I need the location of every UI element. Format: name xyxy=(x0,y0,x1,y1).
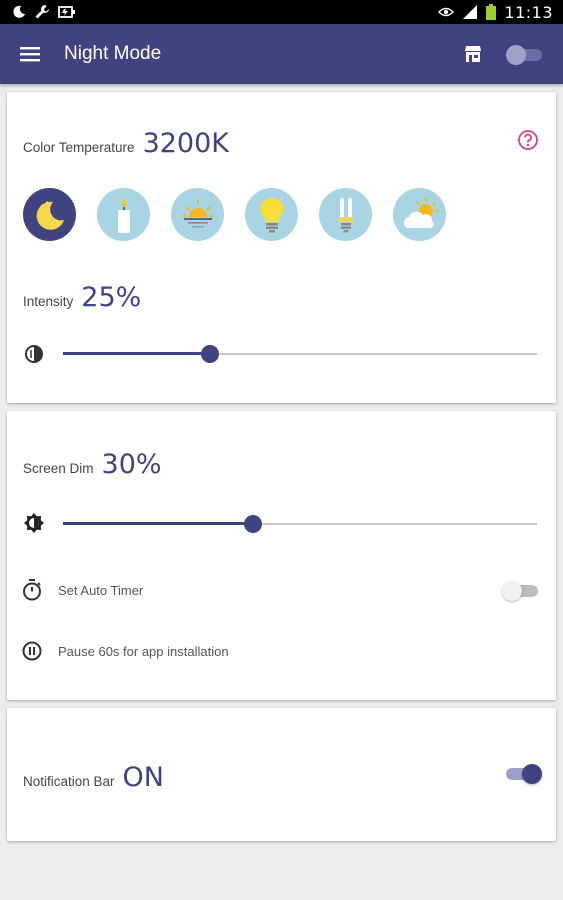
pause-icon xyxy=(21,640,43,662)
shop-icon xyxy=(465,46,481,62)
sun-cloud-icon xyxy=(403,197,439,228)
sunset-icon xyxy=(181,199,214,227)
color-temperature-heading: Color Temperature 3200K xyxy=(23,128,229,159)
status-right: 11:13 xyxy=(438,3,553,22)
intensity-slider-thumb[interactable] xyxy=(200,345,219,363)
screen-dim-card: Screen Dim 30% Set Auto Timer Pause 60s … xyxy=(7,411,556,700)
screen-dim-slider-thumb[interactable] xyxy=(243,515,262,533)
contrast-icon xyxy=(23,343,45,365)
night-mode-toggle[interactable] xyxy=(499,24,551,84)
stopwatch-icon xyxy=(21,579,43,601)
auto-timer-toggle[interactable] xyxy=(502,580,540,601)
candle-icon xyxy=(117,197,130,233)
screen-dim-heading: Screen Dim 30% xyxy=(23,449,162,480)
brightness-icon xyxy=(23,512,45,534)
screen-dim-slider[interactable] xyxy=(63,509,537,539)
color-temperature-label: Color Temperature xyxy=(23,140,135,155)
app-bar: Night Mode xyxy=(0,24,563,84)
notification-bar-toggle[interactable] xyxy=(504,763,542,784)
night-mode-toggle-knob xyxy=(506,45,526,65)
status-bar: 11:13 xyxy=(0,0,563,24)
preset-candle[interactable] xyxy=(97,188,150,241)
signal-icon xyxy=(462,5,478,19)
screen-dim-label: Screen Dim xyxy=(23,461,94,476)
preset-sunset[interactable] xyxy=(171,188,224,241)
notification-bar-label: Notification Bar xyxy=(23,774,115,789)
intensity-heading: Intensity 25% xyxy=(23,282,141,313)
notification-bar-value: ON xyxy=(122,762,164,793)
menu-icon xyxy=(20,47,40,62)
shop-button[interactable] xyxy=(453,24,493,84)
intensity-value: 25% xyxy=(81,282,142,313)
menu-button[interactable] xyxy=(0,24,60,84)
auto-timer-toggle-knob xyxy=(502,581,522,601)
lightbulb-icon xyxy=(259,197,284,232)
intensity-label: Intensity xyxy=(23,294,74,309)
status-left xyxy=(12,4,76,20)
moon-notification-icon xyxy=(12,5,26,19)
fluorescent-bulb-icon xyxy=(338,197,353,232)
screen-dim-value: 30% xyxy=(101,449,162,480)
moon-icon xyxy=(36,200,64,230)
color-temperature-card: Color Temperature 3200K Intensity 25% xyxy=(7,92,556,403)
color-presets xyxy=(23,188,446,241)
battery-charging-notification-icon xyxy=(58,5,76,19)
notification-bar-toggle-knob xyxy=(522,764,542,784)
auto-timer-label: Set Auto Timer xyxy=(58,582,144,598)
intensity-slider[interactable] xyxy=(63,339,537,369)
auto-timer-row[interactable]: Set Auto Timer xyxy=(21,579,143,601)
battery-icon xyxy=(486,4,497,20)
preset-moon[interactable] xyxy=(23,188,76,241)
preset-cloudy[interactable] xyxy=(393,188,446,241)
screen-dim-slider-fill xyxy=(63,522,253,525)
eye-icon xyxy=(438,6,455,18)
notification-card: Notification Bar ON xyxy=(7,708,556,841)
help-icon[interactable] xyxy=(517,129,539,151)
status-time: 11:13 xyxy=(504,2,553,22)
pause-row[interactable]: Pause 60s for app installation xyxy=(21,640,229,662)
color-temperature-value: 3200K xyxy=(142,128,229,159)
app-title: Night Mode xyxy=(64,43,162,64)
preset-bulb[interactable] xyxy=(245,188,298,241)
intensity-slider-fill xyxy=(63,352,210,355)
notification-heading: Notification Bar ON xyxy=(23,762,164,793)
preset-fluorescent[interactable] xyxy=(319,188,372,241)
pause-label: Pause 60s for app installation xyxy=(58,643,229,659)
wrench-notification-icon xyxy=(34,4,50,20)
